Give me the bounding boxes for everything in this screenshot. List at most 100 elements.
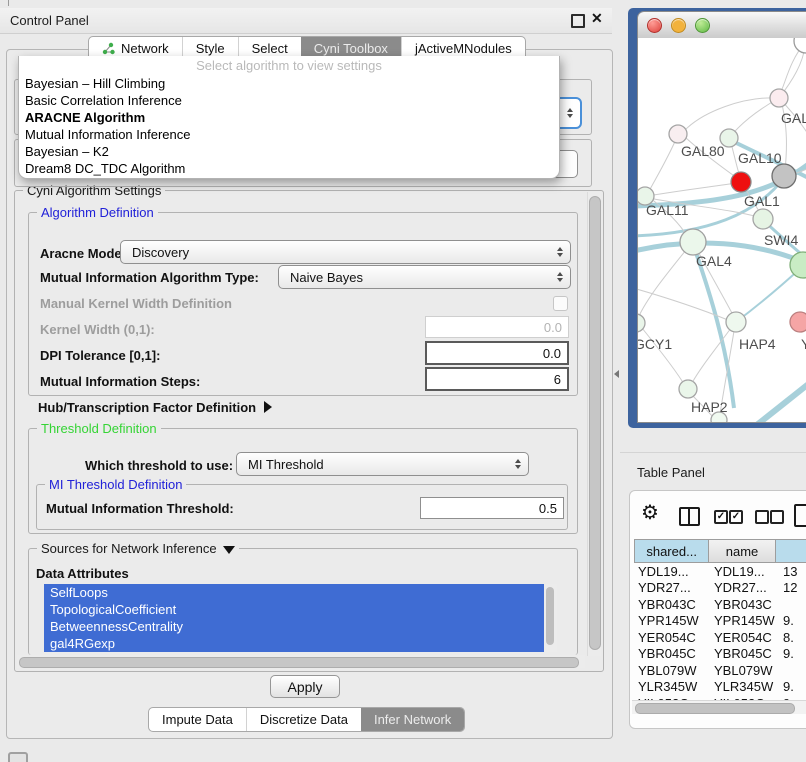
column-header-name[interactable]: name: [709, 539, 775, 563]
scrollbar-thumb[interactable]: [546, 587, 554, 645]
mi-algorithm-type-combo[interactable]: Naive Bayes: [278, 265, 571, 289]
table-row[interactable]: YER054CYER054C8.: [634, 629, 806, 646]
tab-label: Cyni Toolbox: [314, 41, 388, 56]
table-cell: YBL079W: [712, 663, 780, 678]
checked-checkbox-icon[interactable]: ✓: [729, 510, 743, 524]
aracne-mode-label: Aracne Mode:: [40, 246, 126, 261]
algorithm-option-bayesian-hill-climbing[interactable]: Bayesian – Hill Climbing: [19, 75, 559, 92]
hub-definition-toggle[interactable]: Hub/Transcription Factor Definition: [38, 400, 272, 415]
kernel-width-field[interactable]: 0.0: [425, 316, 569, 338]
algorithm-option-basic-correlation-inference[interactable]: Basic Correlation Inference: [19, 92, 559, 109]
table-cell: YLR345W: [634, 679, 712, 694]
scrollbar-thumb[interactable]: [19, 657, 579, 668]
attribute-topologicalcoefficient[interactable]: TopologicalCoefficient: [44, 601, 544, 618]
scrollbar-thumb[interactable]: [635, 703, 795, 714]
settings-vertical-scrollbar[interactable]: [587, 192, 601, 656]
column-header-extra[interactable]: [776, 539, 806, 563]
table-cell: YBR043C: [712, 597, 780, 612]
tab-discretize-data[interactable]: Discretize Data: [246, 708, 361, 731]
table-row[interactable]: YBR045CYBR045C9.: [634, 646, 806, 663]
which-threshold-value: MI Threshold: [248, 457, 324, 472]
split-column-icon[interactable]: [679, 507, 700, 526]
network-node[interactable]: [679, 380, 697, 398]
stepper-icon: [515, 459, 521, 469]
network-node[interactable]: [772, 164, 796, 188]
network-graph: GALGAL80GAL10GAL1GAL11SWI4GAL4GCY1HAP4YH…: [638, 38, 806, 422]
network-node[interactable]: [794, 38, 806, 53]
tab-label: Infer Network: [374, 712, 451, 727]
network-nodes: [638, 38, 806, 422]
table-cell: YBR043C: [634, 597, 712, 612]
table-row[interactable]: YDL19...YDL19...13: [634, 563, 806, 580]
network-node[interactable]: [790, 312, 806, 332]
node-label-gal1: GAL1: [744, 193, 780, 209]
mi-steps-field[interactable]: 6: [425, 367, 569, 391]
table-cell: 13: [780, 564, 797, 579]
settings-horizontal-scrollbar[interactable]: [17, 655, 585, 668]
table-row[interactable]: YBL079WYBL079W: [634, 662, 806, 679]
attributes-scrollbar[interactable]: [544, 584, 557, 652]
column-header-shared[interactable]: shared...: [634, 539, 709, 563]
algorithm-option-aracne-algorithm[interactable]: ARACNE Algorithm: [19, 109, 559, 126]
node-label-hap4: HAP4: [739, 336, 776, 352]
settings-gear-icon[interactable]: ⚙: [641, 503, 659, 523]
attribute-betweennesscentrality[interactable]: BetweennessCentrality: [44, 618, 544, 635]
mi-threshold-field[interactable]: 0.5: [420, 497, 564, 519]
tab-impute-data[interactable]: Impute Data: [149, 708, 246, 731]
node-label-y: Y: [801, 336, 806, 352]
algorithm-option-bayesian-k2[interactable]: Bayesian – K2: [19, 143, 559, 160]
algorithm-option-dream8-dc-tdc-algorithm[interactable]: Dream8 DC_TDC Algorithm: [19, 160, 559, 177]
mi-threshold-label: Mutual Information Threshold:: [46, 501, 234, 516]
table-horizontal-scrollbar[interactable]: [632, 700, 806, 714]
zoom-traffic-light-icon[interactable]: [695, 18, 710, 33]
close-icon[interactable]: ✕: [591, 10, 603, 27]
node-label-gal11: GAL11: [646, 202, 689, 218]
tab-infer-network[interactable]: Infer Network: [361, 708, 464, 731]
mi-steps-label: Mutual Information Steps:: [40, 374, 200, 389]
aracne-mode-combo[interactable]: Discovery: [120, 240, 571, 264]
tab-label: Impute Data: [162, 712, 233, 727]
table-panel-title: Table Panel: [637, 465, 705, 480]
checked-checkbox-icon[interactable]: ✓: [714, 510, 728, 524]
apply-button[interactable]: Apply: [270, 675, 340, 698]
control-panel-titlebar: Control Panel: [0, 8, 612, 34]
table-row[interactable]: YPR145WYPR145W9.: [634, 613, 806, 630]
minimize-traffic-light-icon[interactable]: [671, 18, 686, 33]
close-traffic-light-icon[interactable]: [647, 18, 662, 33]
scrollbar-thumb[interactable]: [589, 196, 601, 650]
table-row[interactable]: YBR043CYBR043C: [634, 596, 806, 613]
table-row[interactable]: YDR27...YDR27...12: [634, 580, 806, 597]
attribute-selfloops[interactable]: SelfLoops: [44, 584, 544, 601]
network-window-titlebar[interactable]: [638, 12, 806, 39]
dpi-tolerance-field[interactable]: 0.0: [425, 341, 569, 365]
table-cell: YPR145W: [634, 613, 712, 628]
attribute-gal4rgexp[interactable]: gal4RGexp: [44, 635, 544, 652]
network-canvas[interactable]: GALGAL80GAL10GAL1GAL11SWI4GAL4GCY1HAP4YH…: [638, 38, 806, 422]
network-node[interactable]: [680, 229, 706, 255]
float-window-icon[interactable]: [571, 14, 585, 28]
network-node[interactable]: [669, 125, 687, 143]
network-node[interactable]: [638, 314, 645, 332]
stepper-icon: [557, 247, 563, 257]
aracne-mode-value: Discovery: [132, 245, 189, 260]
which-threshold-combo[interactable]: MI Threshold: [236, 452, 529, 476]
manual-kernel-width-checkbox[interactable]: [553, 296, 568, 311]
network-node[interactable]: [731, 172, 751, 192]
network-node[interactable]: [726, 312, 746, 332]
mi-threshold-definition-title: MI Threshold Definition: [45, 477, 186, 492]
table-row[interactable]: YLR345WYLR345W9.: [634, 679, 806, 696]
unchecked-checkbox-icon[interactable]: [755, 510, 769, 524]
panel-divider-collapse-icon[interactable]: [614, 370, 619, 378]
node-label-hap2: HAP2: [691, 399, 728, 415]
data-attributes-label: Data Attributes: [36, 566, 129, 581]
document-icon[interactable]: [794, 504, 806, 527]
sources-group-title[interactable]: Sources for Network Inference: [37, 541, 239, 556]
network-node[interactable]: [770, 89, 788, 107]
network-node[interactable]: [753, 209, 773, 229]
table-panel: ⚙ ✓ ✓ shared...name YDL19...YDL19...13YD…: [629, 490, 806, 729]
table-cell: YDR27...: [712, 580, 780, 595]
unchecked-checkbox-icon[interactable]: [770, 510, 784, 524]
tab-label: Select: [252, 41, 288, 56]
minimized-panel-icon[interactable]: [8, 752, 28, 762]
algorithm-option-mutual-information-inference[interactable]: Mutual Information Inference: [19, 126, 559, 143]
